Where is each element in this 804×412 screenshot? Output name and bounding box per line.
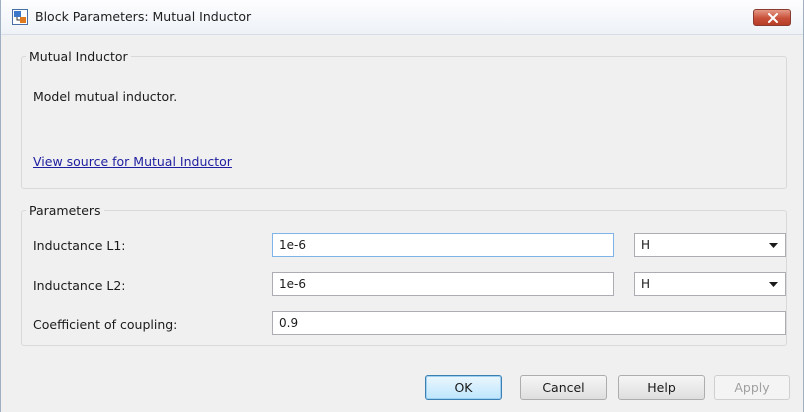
inductance-l1-unit-value: H (641, 238, 651, 252)
ok-button[interactable]: OK (425, 375, 502, 400)
inductance-l2-unit-value: H (641, 277, 651, 291)
inductance-l1-unit-select[interactable]: H (634, 233, 786, 257)
window-title: Block Parameters: Mutual Inductor (35, 9, 252, 24)
chevron-down-icon (769, 282, 778, 287)
cancel-button[interactable]: Cancel (520, 375, 607, 400)
coupling-coefficient-input[interactable]: 0.9 (272, 311, 786, 335)
title-bar[interactable]: Block Parameters: Mutual Inductor (1, 0, 803, 35)
parameters-group-title: Parameters (26, 203, 104, 218)
close-button[interactable] (753, 9, 791, 26)
parameters-group: Parameters Inductance L1: 1e-6 H Inducta… (21, 203, 787, 346)
help-button[interactable]: Help (618, 375, 705, 400)
inductance-l1-label: Inductance L1: (33, 238, 126, 253)
block-description: Model mutual inductor. (33, 89, 178, 104)
description-group-title: Mutual Inductor (26, 49, 131, 64)
close-icon (768, 13, 778, 23)
apply-button[interactable]: Apply (714, 375, 790, 400)
coupling-coefficient-label: Coefficient of coupling: (33, 317, 178, 332)
inductance-l2-label: Inductance L2: (33, 278, 126, 293)
chevron-down-icon (769, 243, 778, 248)
inductance-l2-input[interactable]: 1e-6 (272, 272, 614, 296)
simulink-block-icon (12, 9, 28, 25)
inductance-l1-input[interactable]: 1e-6 (272, 233, 614, 257)
description-group: Mutual Inductor Model mutual inductor. V… (21, 49, 787, 189)
inductance-l2-unit-select[interactable]: H (634, 272, 786, 296)
view-source-link[interactable]: View source for Mutual Inductor (33, 153, 233, 171)
dialog-window: Block Parameters: Mutual Inductor Mutual… (0, 0, 804, 412)
